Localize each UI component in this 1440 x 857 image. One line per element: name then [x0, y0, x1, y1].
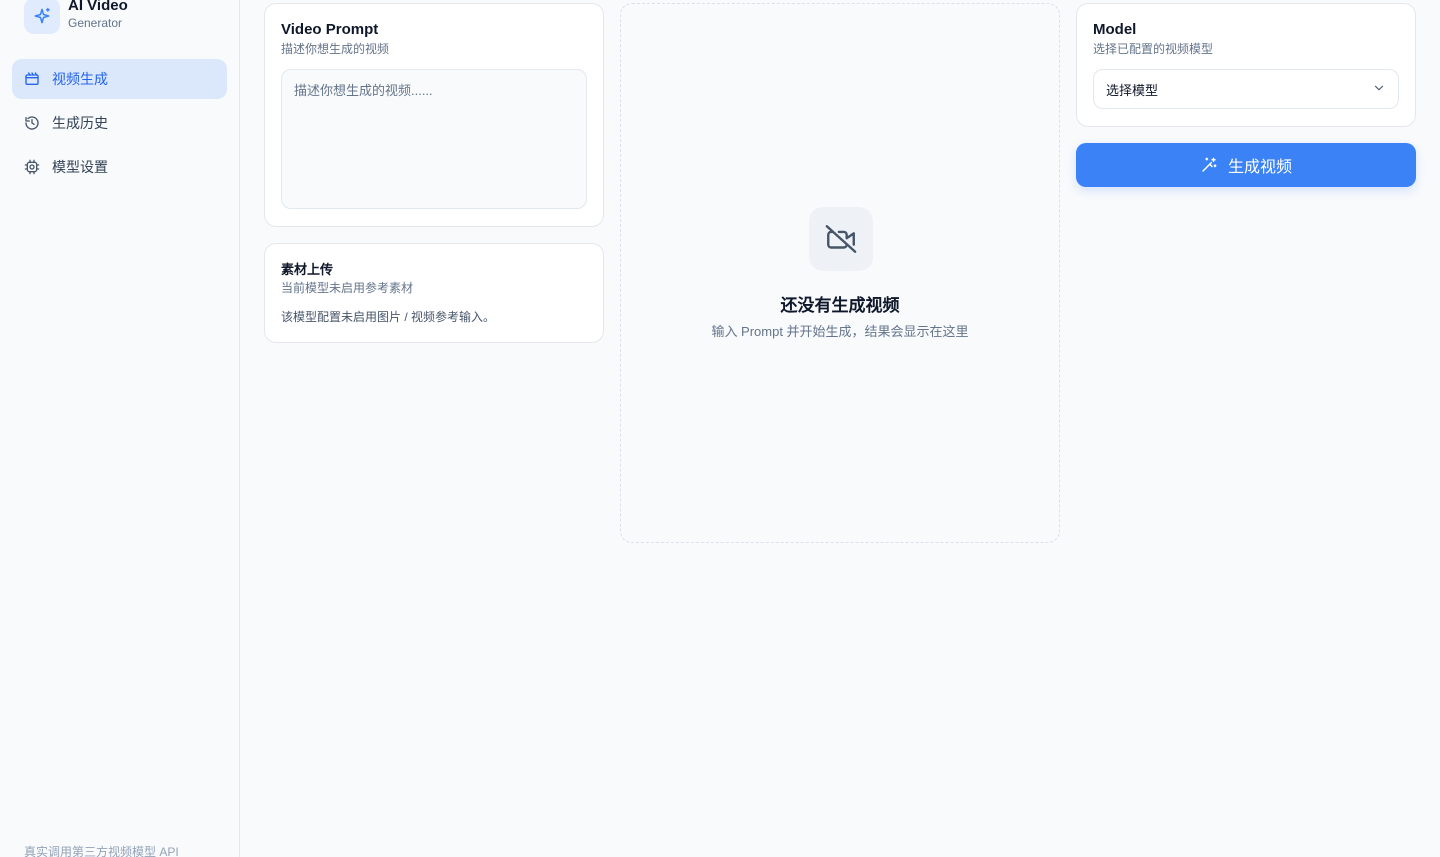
model-card: Model 选择已配置的视频模型 选择模型 [1076, 3, 1416, 127]
prompt-card: Video Prompt 描述你想生成的视频 [264, 3, 604, 227]
sidebar-item-model-settings[interactable]: 模型设置 [12, 147, 227, 187]
sidebar-item-video-generate[interactable]: 视频生成 [12, 59, 227, 99]
model-title: Model [1093, 21, 1137, 38]
app-title: AI Video [68, 0, 128, 14]
preview-empty-subtitle: 输入 Prompt 并开始生成，结果会显示在这里 [711, 324, 969, 339]
chevron-down-icon [1372, 81, 1386, 98]
model-select-value: 选择模型 [1106, 82, 1159, 98]
preview-empty-title: 还没有生成视频 [780, 296, 900, 315]
sparkles-icon [24, 0, 60, 34]
upload-title: 素材上传 [281, 262, 334, 277]
generate-video-button[interactable]: 生成视频 [1076, 143, 1416, 187]
magic-wand-icon [1200, 156, 1218, 174]
brand: AI Video Generator [24, 0, 128, 34]
prompt-input[interactable] [281, 69, 587, 209]
upload-description: 当前模型未启用参考素材 [281, 281, 414, 295]
sidebar-footer: 真实调用第三方视频模型 API [24, 845, 179, 857]
sidebar-nav: 视频生成 生成历史 模型设置 [12, 59, 227, 191]
model-description: 选择已配置的视频模型 [1093, 42, 1214, 56]
sidebar-item-label: 模型设置 [52, 159, 108, 175]
sidebar-item-history[interactable]: 生成历史 [12, 103, 227, 143]
settings-icon [24, 159, 40, 175]
video-off-icon [809, 207, 873, 271]
generate-button-label: 生成视频 [1227, 159, 1292, 176]
video-preview-area: 还没有生成视频 输入 Prompt 并开始生成，结果会显示在这里 [620, 3, 1060, 543]
prompt-title: Video Prompt [281, 21, 379, 38]
history-icon [24, 115, 40, 131]
sidebar-item-label: 视频生成 [52, 71, 108, 87]
sidebar: AI Video Generator 视频生成 生成历史 模型设置 真实调用第三… [0, 0, 240, 857]
model-select[interactable]: 选择模型 [1093, 69, 1399, 109]
prompt-description: 描述你想生成的视频 [281, 42, 390, 56]
upload-card: 素材上传 当前模型未启用参考素材 该模型配置未启用图片 / 视频参考输入。 [264, 243, 604, 343]
upload-note: 该模型配置未启用图片 / 视频参考输入。 [281, 310, 496, 324]
sidebar-item-label: 生成历史 [52, 115, 108, 131]
video-icon [24, 71, 40, 87]
app-subtitle: Generator [68, 16, 123, 30]
